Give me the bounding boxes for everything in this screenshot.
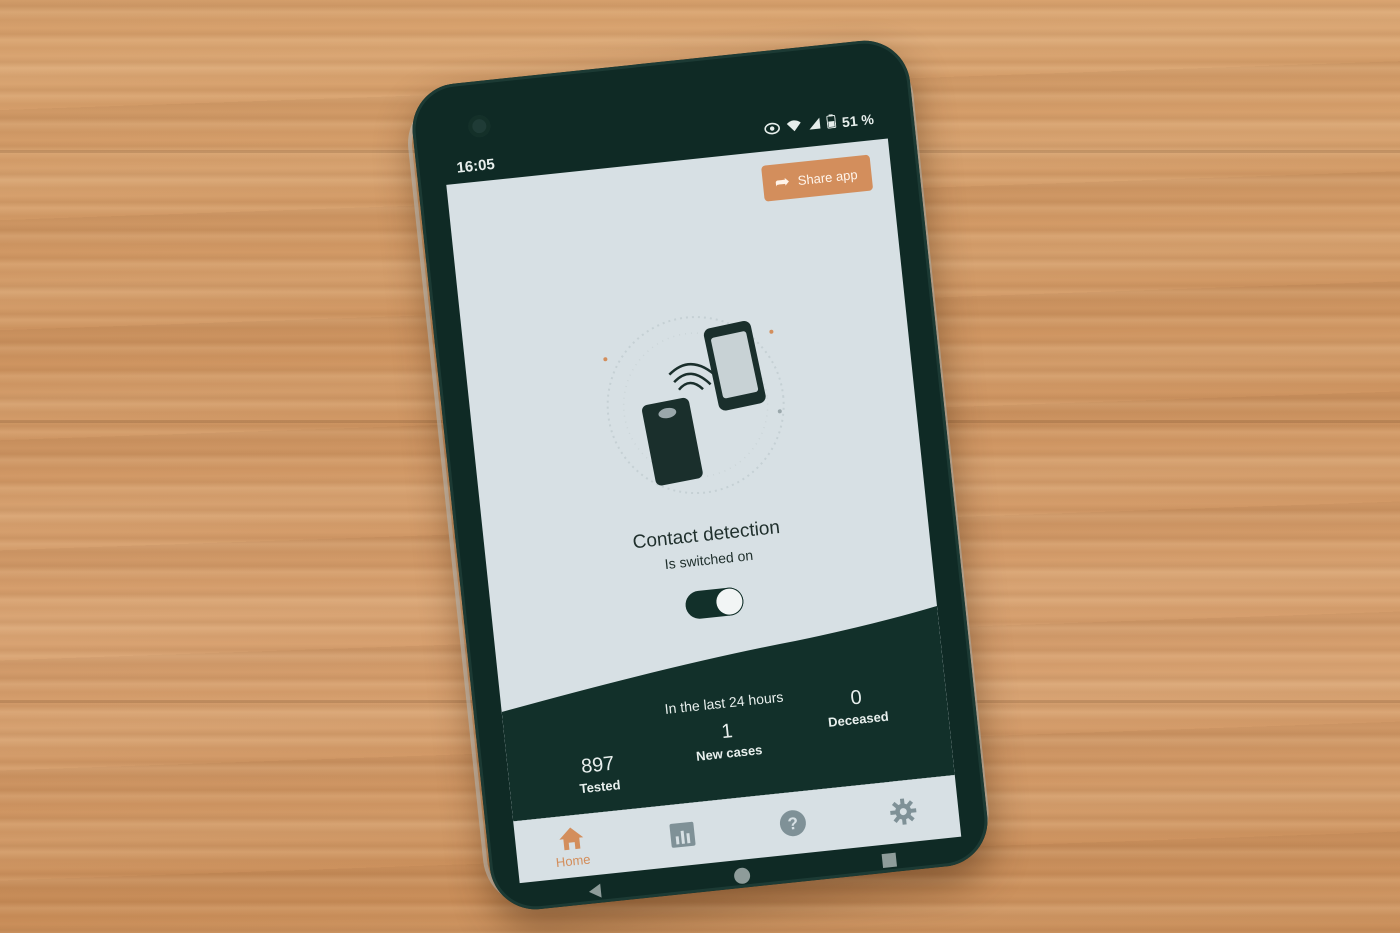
gear-icon [889, 798, 916, 825]
recents-icon[interactable] [880, 850, 900, 870]
status-time: 16:05 [455, 155, 496, 177]
back-icon[interactable] [585, 881, 605, 901]
signal-icon [807, 116, 822, 133]
phone: 16:05 51 % ➦ Share app Contact detection… [403, 36, 994, 914]
share-arrow-icon: ➦ [773, 171, 791, 193]
eye-icon [764, 120, 782, 138]
wifi-icon [785, 118, 803, 136]
nav-home-label: Home [555, 851, 592, 870]
svg-text:?: ? [786, 814, 798, 834]
contact-detection-illustration [603, 316, 785, 495]
contact-detection-toggle[interactable] [684, 586, 745, 621]
chart-icon [669, 821, 696, 848]
home-circle-icon[interactable] [731, 865, 753, 887]
battery-percent: 51 % [841, 110, 875, 130]
home-icon [558, 827, 583, 850]
nav-item-settings[interactable] [857, 793, 949, 830]
battery-icon [826, 114, 837, 132]
nav-item-home[interactable]: Home [525, 820, 619, 872]
toggle-knob [715, 587, 744, 616]
nav-item-help[interactable]: ? [746, 805, 838, 842]
app-screen: ➦ Share app Contact detection Is switche… [446, 138, 955, 822]
share-app-button[interactable]: ➦ Share app [760, 154, 874, 202]
share-app-label: Share app [796, 166, 859, 188]
nav-item-statistics[interactable] [636, 817, 728, 852]
help-icon: ? [779, 810, 806, 837]
